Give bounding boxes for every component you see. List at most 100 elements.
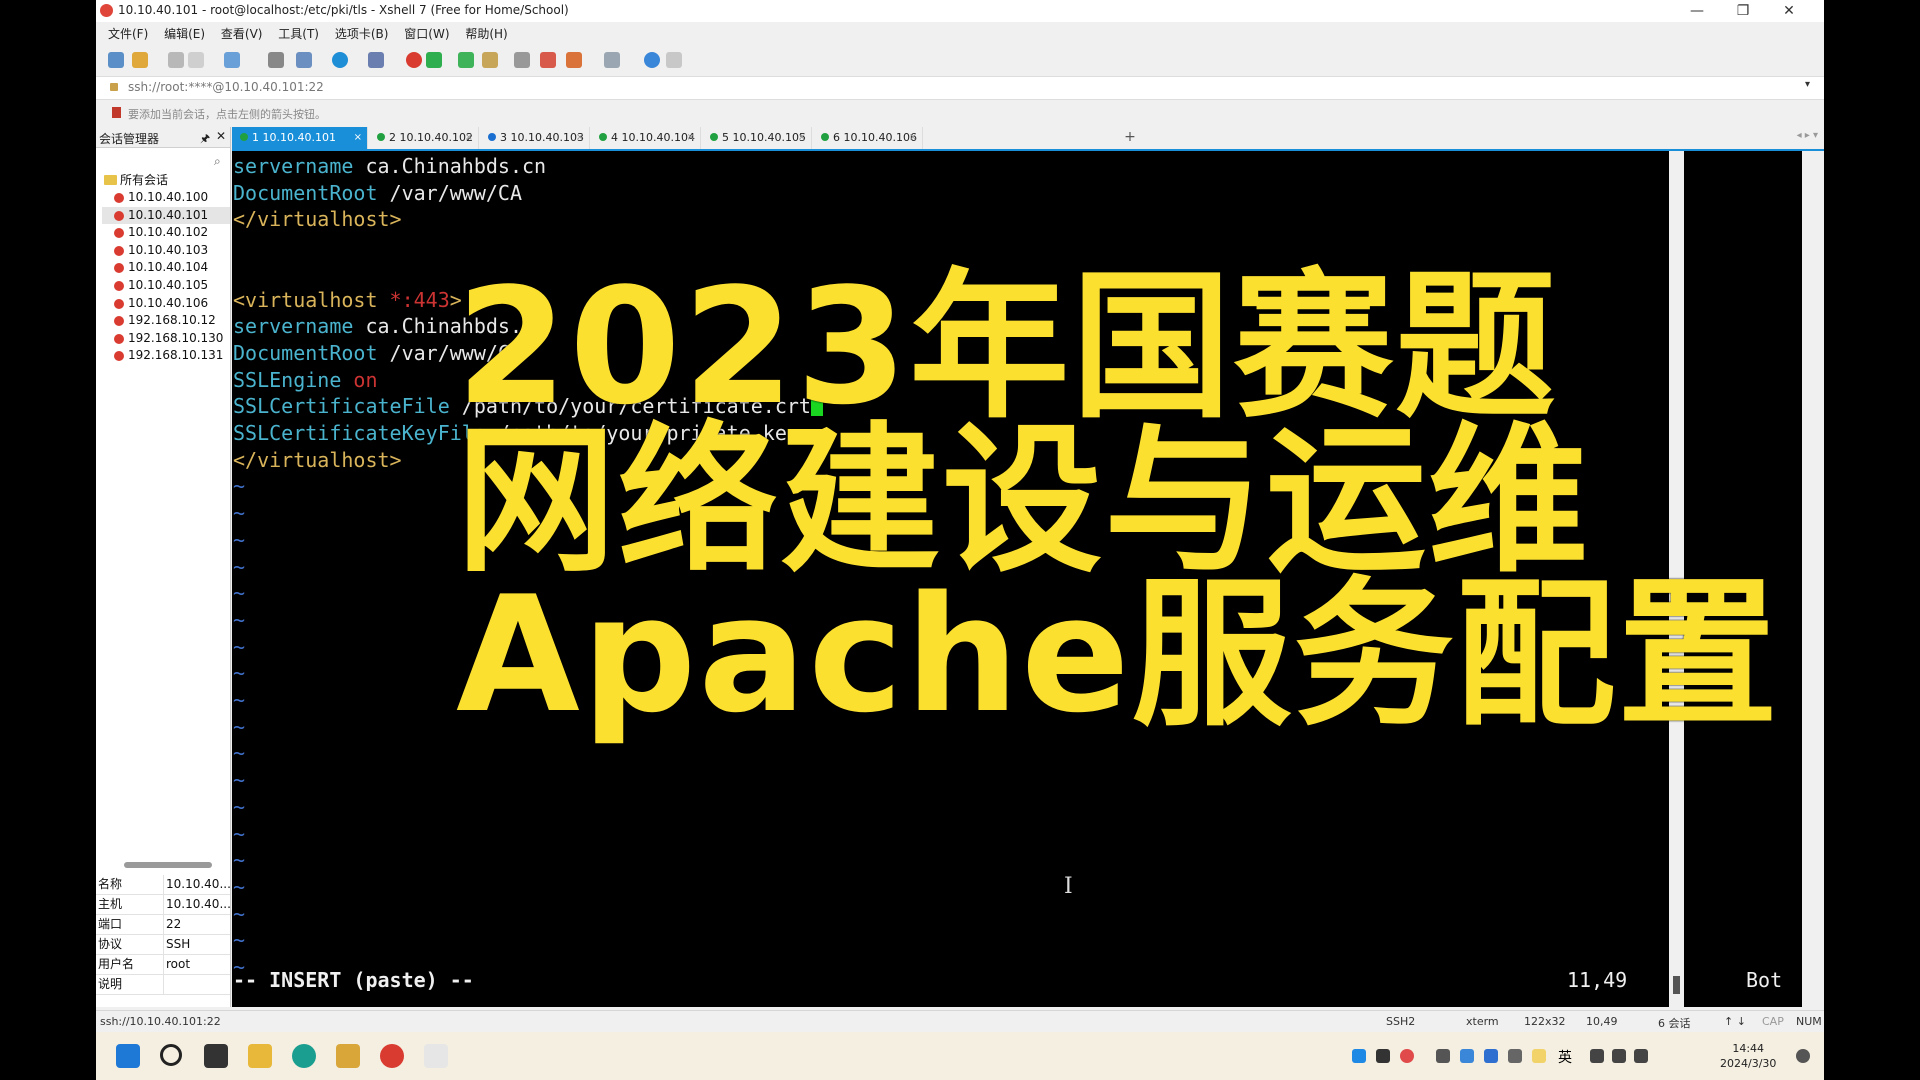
menu-view[interactable]: 查看(V) (221, 24, 263, 44)
lock-icon[interactable] (482, 52, 498, 68)
tree-session-item[interactable]: 10.10.40.103 (102, 242, 230, 260)
horizontal-scrollbar[interactable] (124, 862, 212, 868)
tray-update-icon[interactable] (1508, 1049, 1522, 1063)
address-bar[interactable]: ssh://root:****@10.10.40.101:22 ▾ (96, 76, 1824, 100)
vim-empty-line-tilde: ~ (233, 848, 246, 873)
keyboard-icon[interactable] (514, 52, 530, 68)
tree-session-item[interactable]: 10.10.40.101 (102, 206, 230, 225)
text-app-icon[interactable] (424, 1044, 448, 1068)
tab-close-icon[interactable]: × (465, 127, 473, 149)
tray-netease-icon[interactable] (1400, 1049, 1414, 1063)
ime-indicator[interactable]: 英 (1558, 1047, 1572, 1067)
battery-icon[interactable] (1634, 1049, 1648, 1063)
clock[interactable]: 14:44 2024/3/30 (1720, 1041, 1776, 1071)
restore-button[interactable]: ❐ (1720, 0, 1766, 22)
tab-close-icon[interactable]: × (909, 127, 917, 149)
split-icon[interactable] (604, 52, 620, 68)
highlight-icon[interactable] (540, 52, 556, 68)
edge-browser-icon[interactable] (292, 1044, 316, 1068)
menu-file[interactable]: 文件(F) (108, 24, 148, 44)
pinned-app-icon[interactable] (336, 1044, 360, 1068)
tray-wechat-icon[interactable] (1436, 1049, 1450, 1063)
tab-session-2[interactable]: 2 10.10.40.102 × (369, 127, 479, 149)
script-icon[interactable] (426, 52, 442, 68)
tree-session-item[interactable]: 192.168.10.12 (102, 312, 230, 330)
property-value: 10.10.40.... (166, 897, 230, 911)
session-icon (114, 280, 124, 291)
tab-session-1[interactable]: 1 10.10.40.101 × (232, 127, 368, 149)
search-icon[interactable] (160, 1044, 182, 1066)
close-button[interactable]: ✕ (1766, 0, 1812, 22)
add-tab-button[interactable]: + (1122, 127, 1138, 147)
tab-close-icon[interactable]: × (354, 127, 362, 149)
session-icon (114, 351, 124, 362)
tray-mic-icon[interactable] (1532, 1049, 1546, 1063)
scrollbar-thumb[interactable] (1673, 976, 1680, 994)
start-button-icon[interactable] (116, 1044, 140, 1068)
terminal-line: </virtualhost> (233, 447, 402, 473)
title-bar[interactable]: 10.10.40.101 - root@localhost:/etc/pki/t… (96, 0, 1824, 22)
tab-session-4[interactable]: 4 10.10.40.104 × (591, 127, 701, 149)
tree-session-item[interactable]: 10.10.40.105 (102, 277, 230, 295)
task-view-icon[interactable] (204, 1044, 228, 1068)
tree-session-label: 10.10.40.104 (128, 260, 209, 275)
xshell-taskbar-icon[interactable] (380, 1044, 404, 1068)
bookmark-icon[interactable] (112, 107, 121, 118)
tree-session-item[interactable]: 192.168.10.131 (102, 347, 230, 365)
tree-session-item[interactable]: 192.168.10.130 (102, 330, 230, 348)
menu-window[interactable]: 窗口(W) (404, 24, 449, 44)
tree-session-label: 10.10.40.103 (128, 242, 209, 257)
toolbar (96, 48, 1824, 74)
status-arrows[interactable]: ↑ ↓ (1724, 1015, 1746, 1028)
xftp-icon[interactable] (406, 52, 422, 68)
minimize-button[interactable]: — (1674, 0, 1720, 22)
tab-close-icon[interactable]: × (576, 127, 584, 149)
menu-tabs[interactable]: 选项卡(B) (335, 24, 389, 44)
disconnect-icon[interactable] (188, 52, 204, 68)
tab-close-icon[interactable]: × (798, 127, 806, 149)
connected-status-icon (377, 133, 385, 141)
menu-edit[interactable]: 编辑(E) (164, 24, 205, 44)
tab-session-5[interactable]: 5 10.10.40.105 × (702, 127, 812, 149)
chat-icon[interactable] (666, 52, 682, 68)
tree-session-label: 10.10.40.101 (128, 207, 209, 222)
help-icon[interactable] (644, 52, 660, 68)
tray-app-icon[interactable] (1352, 1049, 1366, 1063)
tunnel-icon[interactable] (566, 52, 582, 68)
new-session-icon[interactable] (108, 52, 124, 68)
session-properties: 名称 10.10.40.... 主机 10.10.40.... 端口 22 协议 SSH 用户名… (96, 875, 230, 995)
tree-session-item[interactable]: 10.10.40.100 (102, 189, 230, 207)
reconnect-icon[interactable] (168, 52, 184, 68)
tab-nav-arrows[interactable]: ◂ ▸ ▾ (1797, 130, 1818, 141)
find-icon[interactable] (268, 52, 284, 68)
font-icon[interactable] (368, 52, 384, 68)
pin-icon[interactable]: 🖈 (200, 130, 210, 149)
bluetooth-icon[interactable] (1484, 1049, 1498, 1063)
search-icon[interactable]: ⌕ (214, 154, 221, 169)
property-key: 用户名 (98, 957, 135, 971)
open-folder-icon[interactable] (132, 52, 148, 68)
close-icon[interactable]: ✕ (216, 129, 226, 143)
menu-help[interactable]: 帮助(H) (465, 24, 507, 44)
chevron-down-icon[interactable]: ▾ (1805, 79, 1810, 90)
address-text[interactable]: ssh://root:****@10.10.40.101:22 (128, 80, 324, 94)
transfer-icon[interactable] (224, 52, 240, 68)
tree-session-item[interactable]: 10.10.40.104 (102, 259, 230, 277)
fullscreen-icon[interactable] (458, 52, 474, 68)
status-sessions[interactable]: 6 会话 (1658, 1015, 1691, 1031)
tree-session-item[interactable]: 10.10.40.102 (102, 224, 230, 242)
tab-session-6[interactable]: 6 10.10.40.106 × (813, 127, 923, 149)
tab-session-3[interactable]: 3 10.10.40.103 × (480, 127, 590, 149)
tab-close-icon[interactable]: × (687, 127, 695, 149)
tree-session-item[interactable]: 10.10.40.106 (102, 295, 230, 313)
layout-icon[interactable] (296, 52, 312, 68)
tray-sync-icon[interactable] (1460, 1049, 1474, 1063)
volume-icon[interactable] (1612, 1049, 1626, 1063)
notification-icon[interactable] (1796, 1049, 1810, 1063)
tree-root-all-sessions[interactable]: 所有会话 (102, 171, 230, 189)
network-icon[interactable] (1590, 1049, 1604, 1063)
menu-tools[interactable]: 工具(T) (278, 24, 319, 44)
file-explorer-icon[interactable] (248, 1044, 272, 1068)
tray-nvidia-icon[interactable] (1376, 1049, 1390, 1063)
globe-icon[interactable] (332, 52, 348, 68)
